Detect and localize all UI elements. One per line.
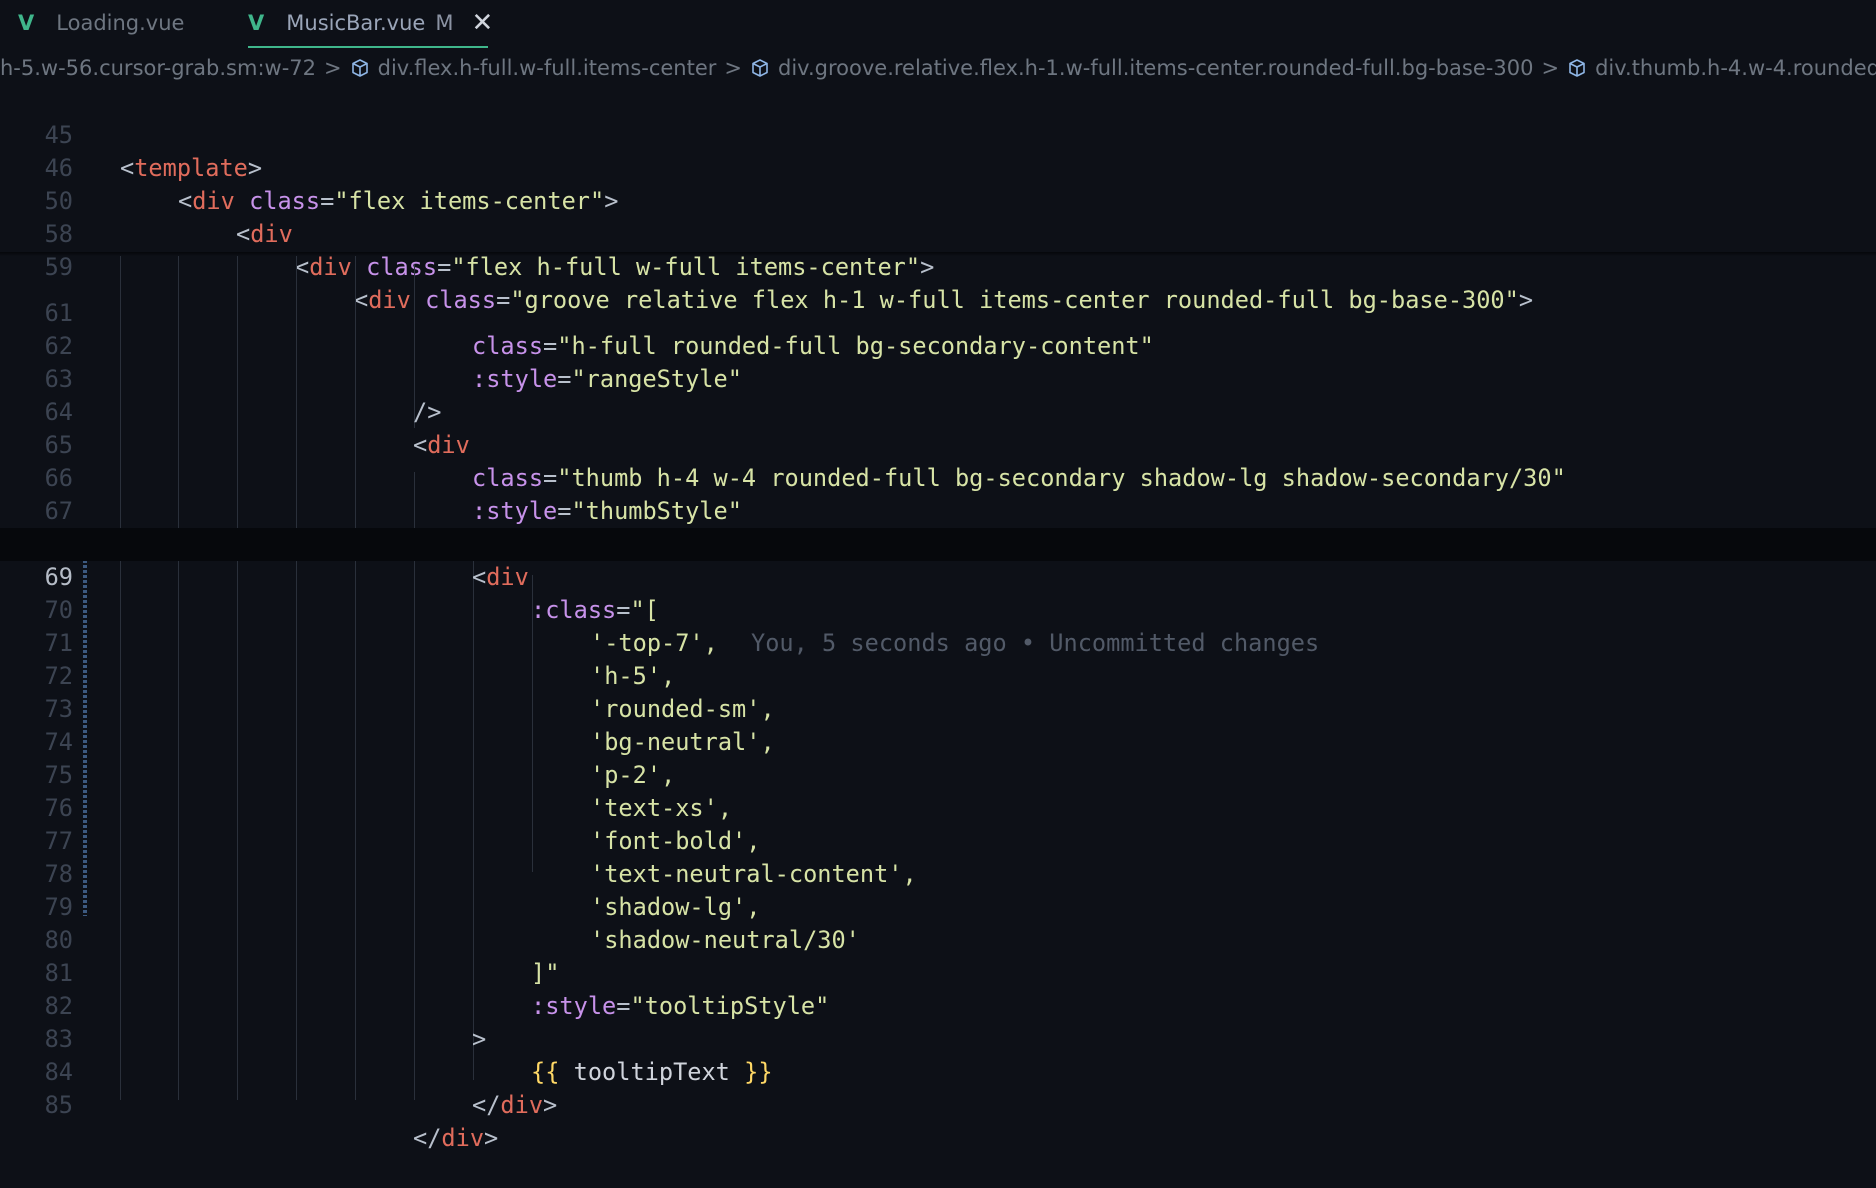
code-line-current[interactable]: 69 :class="[ You, 5 seconds ago • Uncomm… <box>0 528 1876 657</box>
tab-label: Loading.vue <box>56 11 185 35</box>
editor-tab-bar: V Loading.vue V MusicBar.vue M ✕ <box>0 0 1876 48</box>
code-line[interactable]: 62 :style="rangeStyle" <box>0 297 1876 393</box>
code-line[interactable]: 84 </div> <box>0 1023 1876 1119</box>
breadcrumb-item[interactable]: h-5.w-56.cursor-grab.sm:w-72 <box>0 56 316 80</box>
code-line[interactable]: 63 /> <box>0 330 1876 426</box>
modified-indicator: M <box>435 11 454 35</box>
code-line[interactable]: 74 'p-2', <box>0 693 1876 789</box>
code-line[interactable]: 70 '-top-7', <box>0 561 1876 657</box>
code-line[interactable]: 59 <div class="groove relative flex h-1 … <box>0 218 1876 314</box>
code-line[interactable]: 46 <div class="flex items-center"> <box>0 119 1876 215</box>
code-line[interactable]: 83 {{ tooltipText }} <box>0 990 1876 1086</box>
code-line[interactable]: 64 <div <box>0 363 1876 459</box>
vue-icon: V <box>248 11 265 35</box>
code-line[interactable]: 82 > <box>0 957 1876 1053</box>
code-line[interactable]: 67 > <box>0 462 1876 558</box>
breadcrumb-item[interactable]: div.groove.relative.flex.h-1.w-full.item… <box>750 56 1533 80</box>
code-line[interactable]: 72 'rounded-sm', <box>0 627 1876 723</box>
close-icon[interactable]: ✕ <box>471 10 493 36</box>
tab-label: MusicBar.vue <box>286 11 426 35</box>
breadcrumb-item[interactable]: div.flex.h-full.w-full.items-center <box>350 56 717 80</box>
code-line[interactable]: 77 'text-neutral-content', <box>0 792 1876 888</box>
vue-icon: V <box>18 11 35 35</box>
code-line[interactable]: 80 ]" <box>0 891 1876 987</box>
code-line[interactable]: 45 <template> <box>0 86 1876 182</box>
tab-loading-vue[interactable]: V Loading.vue <box>18 0 184 46</box>
breadcrumb-label: h-5.w-56.cursor-grab.sm:w-72 <box>0 56 317 80</box>
chevron-right-icon: > <box>324 56 342 80</box>
code-line[interactable]: 79 'shadow-neutral/30' <box>0 858 1876 954</box>
code-line[interactable]: 50 <div <box>0 152 1876 248</box>
code-line[interactable]: 65 class="thumb h-4 w-4 rounded-full bg-… <box>0 396 1876 492</box>
sticky-scroll-divider <box>0 252 1876 256</box>
breadcrumb-label: div.thumb.h-4.w-4.rounded-full.bg-s <box>1595 56 1876 80</box>
breadcrumb: h-5.w-56.cursor-grab.sm:w-72 > div.flex.… <box>0 52 1876 84</box>
code-line[interactable]: 71 'h-5', <box>0 594 1876 690</box>
cube-icon <box>1567 58 1587 78</box>
breadcrumb-label: div.groove.relative.flex.h-1.w-full.item… <box>778 56 1534 80</box>
code-line[interactable]: 68 <div <box>0 495 1876 591</box>
code-line[interactable]: 61 class="h-full rounded-full bg-seconda… <box>0 264 1876 360</box>
code-line[interactable]: 85 </div> <box>0 1056 1876 1152</box>
code-line[interactable]: 75 'text-xs', <box>0 726 1876 822</box>
line-number: 85 <box>44 1091 73 1119</box>
chevron-right-icon: > <box>724 56 743 80</box>
code-line[interactable]: 66 :style="thumbStyle" <box>0 429 1876 525</box>
code-editor[interactable]: 45 <template> 46 <div class="flex items-… <box>0 86 1876 1152</box>
code-line[interactable]: 73 'bg-neutral', <box>0 660 1876 756</box>
code-line[interactable]: 58 <div class="flex h-full w-full items-… <box>0 185 1876 281</box>
tab-musicbar-vue[interactable]: V MusicBar.vue M ✕ <box>248 0 493 48</box>
breadcrumb-item[interactable]: div.thumb.h-4.w-4.rounded-full.bg-s <box>1567 56 1876 80</box>
chevron-right-icon: > <box>1541 56 1560 80</box>
code-line[interactable]: 78 'shadow-lg', <box>0 825 1876 921</box>
breadcrumb-label: div.flex.h-full.w-full.items-center <box>377 56 717 80</box>
code-line[interactable]: 76 'font-bold', <box>0 759 1876 855</box>
code-line[interactable]: 81 :style="tooltipStyle" <box>0 924 1876 1020</box>
cube-icon <box>350 58 370 78</box>
cube-icon <box>750 58 770 78</box>
